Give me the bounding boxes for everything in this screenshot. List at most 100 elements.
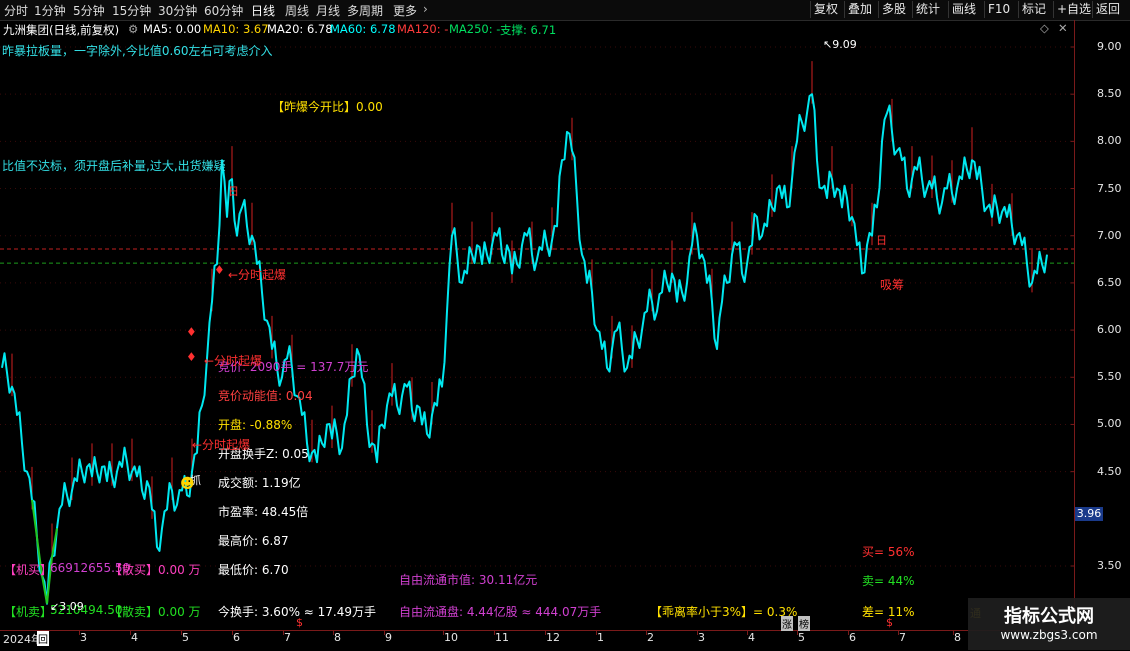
period-month[interactable]: 月线 bbox=[316, 2, 340, 19]
date-tick-mark bbox=[898, 630, 899, 635]
date-tick-label: 2 bbox=[647, 631, 654, 644]
date-tick-mark bbox=[443, 630, 444, 635]
date-tick-mark bbox=[130, 630, 131, 635]
mark-zhang: 涨 bbox=[781, 616, 793, 631]
amount-text: 成交额: 1.19亿 bbox=[218, 476, 301, 490]
date-tick-mark bbox=[181, 630, 182, 635]
ma10-value: MA10: 3.67 bbox=[203, 22, 269, 36]
mark-button[interactable]: 标记 bbox=[1018, 1, 1049, 18]
date-tick-label: 10 bbox=[444, 631, 458, 644]
price-tick-label: 6.50 bbox=[1097, 275, 1122, 289]
period-day[interactable]: 日线 bbox=[251, 2, 275, 19]
high-price-text: 最高价: 6.87 bbox=[218, 534, 289, 548]
price-tick-label: 3.50 bbox=[1097, 559, 1122, 572]
date-tick-label: 12 bbox=[546, 631, 560, 644]
date-tick-mark bbox=[596, 630, 597, 635]
stats-button[interactable]: 统计 bbox=[912, 1, 943, 18]
sell-percent: 卖= 44% bbox=[862, 574, 915, 588]
diamond-icon[interactable]: ◇ bbox=[1040, 21, 1049, 35]
date-tick-mark bbox=[747, 630, 748, 635]
current-price-label: 3.96 bbox=[1075, 507, 1103, 521]
settings-gear-icon[interactable]: ⚙ bbox=[128, 22, 138, 36]
date-tick-label: 4 bbox=[748, 631, 755, 644]
ma250-value: MA250: - bbox=[449, 22, 501, 36]
open-change-text: 开盘: -0.88% bbox=[218, 418, 293, 432]
date-tick-label: 6 bbox=[849, 631, 856, 644]
date-tick-label: 7 bbox=[284, 631, 291, 644]
diamond-signal-icon: ♦ bbox=[186, 350, 197, 364]
watermark-url: www.zbgs3.com bbox=[1000, 628, 1098, 642]
day-marker-icon: 日 bbox=[876, 234, 887, 247]
diamond-signal-icon: ♦ bbox=[214, 263, 225, 277]
scatter-buy-label: 【散买】 bbox=[110, 563, 159, 577]
close-icon[interactable]: ✕ bbox=[1058, 21, 1068, 35]
signal-fenshi-1: ←分时起爆 bbox=[204, 354, 263, 368]
ma20-value: MA20: 6.78 bbox=[267, 22, 333, 36]
date-tick-mark bbox=[848, 630, 849, 635]
period-toolbar: 分时 1分钟 5分钟 15分钟 30分钟 60分钟 日线 周线 月线 多周期 更… bbox=[0, 0, 1130, 21]
scatter-buy-value: 0.00 万 bbox=[158, 563, 201, 577]
date-tick-mark bbox=[283, 630, 284, 635]
date-tick-label: 3 bbox=[80, 631, 87, 644]
warning-text-2: 比值不达标，须开盘后补量,过大,出货嫌疑 bbox=[2, 159, 226, 173]
price-tick-label: 5.50 bbox=[1097, 370, 1122, 384]
period-5min[interactable]: 5分钟 bbox=[73, 2, 105, 19]
f10-button[interactable]: F10 bbox=[984, 1, 1013, 18]
period-fenshi[interactable]: 分时 bbox=[4, 2, 28, 19]
date-tick-mark bbox=[232, 630, 233, 635]
inst-sell-label: 【机卖】 bbox=[4, 605, 53, 619]
period-week[interactable]: 周线 bbox=[285, 2, 309, 19]
date-tick-mark bbox=[953, 630, 954, 635]
scatter-sell-value: 0.00 万 bbox=[158, 605, 201, 619]
price-tick-label: 4.50 bbox=[1097, 464, 1122, 478]
float-market-value: 自由流通市值: 30.11亿元 bbox=[399, 573, 538, 587]
date-tick-mark bbox=[79, 630, 80, 635]
date-tick-mark bbox=[697, 630, 698, 635]
period-60min[interactable]: 60分钟 bbox=[204, 2, 243, 19]
trough-label: 3.09 bbox=[59, 600, 84, 613]
support-value: 支撑: 6.71 bbox=[500, 23, 557, 37]
peak-marker: ↖9.09 bbox=[823, 38, 857, 51]
mark-dollar: $ bbox=[296, 616, 303, 629]
watermark-title: 指标公式网 bbox=[1004, 606, 1094, 627]
ma60-value: MA60: 6.78 bbox=[330, 22, 396, 36]
date-tick-label: 5 bbox=[798, 631, 805, 644]
signal-fenshi-3: ←分时起爆 bbox=[192, 438, 251, 452]
diamond-signal-icon: ♦ bbox=[186, 325, 197, 339]
add-favorite-button[interactable]: +自选 bbox=[1053, 1, 1094, 18]
float-shares: 自由流通盘: 4.44亿股 ≈ 444.07万手 bbox=[399, 605, 602, 619]
date-tick-label: 7 bbox=[899, 631, 906, 644]
date-tick-label: 4 bbox=[131, 631, 138, 644]
mark-bang: 榜 bbox=[798, 616, 810, 631]
period-multi[interactable]: 多周期 bbox=[347, 2, 383, 19]
yesterday-open-ratio: 【昨爆今开比】0.00 bbox=[272, 100, 383, 114]
date-tick-label: 9 bbox=[385, 631, 392, 644]
fuquan-button[interactable]: 复权 bbox=[810, 1, 841, 18]
date-tick-label: 11 bbox=[495, 631, 509, 644]
chevron-right-icon[interactable]: › bbox=[423, 2, 428, 16]
price-chart[interactable] bbox=[0, 38, 1074, 630]
signal-fenshi-2: ←分时起爆 bbox=[228, 268, 287, 282]
back-button[interactable]: 返回 bbox=[1092, 1, 1123, 18]
deviation-rate: 【乖离率小于3%】= 0.3% bbox=[650, 605, 798, 619]
overlay-button[interactable]: 叠加 bbox=[844, 1, 875, 18]
smiley-icon: ☻ bbox=[180, 476, 195, 492]
price-tick-label: 6.00 bbox=[1097, 323, 1122, 337]
date-tick-label: 6 bbox=[233, 631, 240, 644]
bid-energy-text: 竞价动能值: 0.04 bbox=[218, 389, 313, 403]
date-tick-label: 8 bbox=[334, 631, 341, 644]
date-tick-label: 3 bbox=[698, 631, 705, 644]
period-15min[interactable]: 15分钟 bbox=[112, 2, 151, 19]
period-30min[interactable]: 30分钟 bbox=[158, 2, 197, 19]
draw-button[interactable]: 画线 bbox=[948, 1, 979, 18]
period-1min[interactable]: 1分钟 bbox=[34, 2, 66, 19]
ma5-value: MA5: 0.00 bbox=[143, 22, 202, 36]
period-more[interactable]: 更多 bbox=[393, 2, 417, 19]
date-tick-mark bbox=[545, 630, 546, 635]
inst-buy-label: 【机买】 bbox=[4, 563, 53, 577]
signal-xichou: 吸筹 bbox=[880, 278, 905, 292]
day-marker-icon: 日 bbox=[228, 185, 239, 198]
multi-stock-button[interactable]: 多股 bbox=[878, 1, 909, 18]
ma120-value: MA120: - bbox=[397, 22, 449, 36]
pe-text: 市盈率: 48.45倍 bbox=[218, 505, 309, 519]
